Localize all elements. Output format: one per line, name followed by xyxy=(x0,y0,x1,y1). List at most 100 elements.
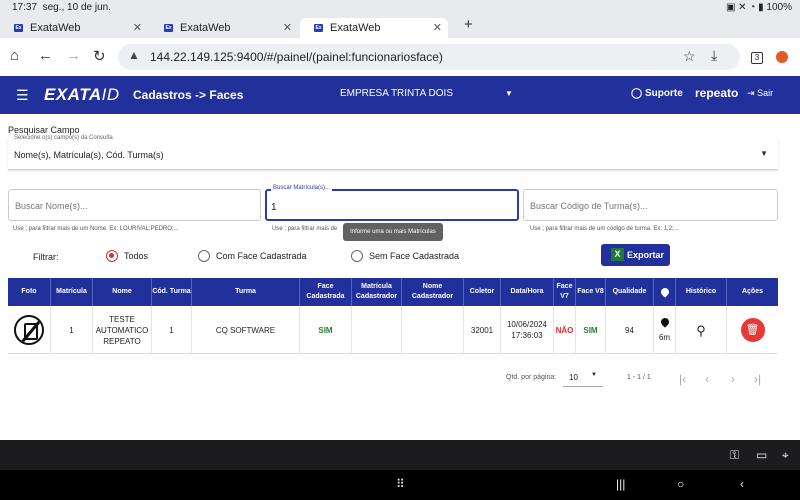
col-nome-cadastrador: Nome Cadastrador xyxy=(402,278,464,306)
support-link[interactable]: ◯ Suporte xyxy=(631,88,683,99)
tab-label: ExataWeb xyxy=(180,22,231,34)
chevron-down-icon[interactable]: ▼ xyxy=(591,372,597,378)
radio-label: Com Face Cadastrada xyxy=(216,251,307,261)
logout-icon: ⇥ xyxy=(747,88,755,98)
bookmark-star-icon[interactable]: ☆ xyxy=(683,48,696,65)
first-page-icon[interactable]: |‹ xyxy=(679,372,686,386)
location-icon[interactable]: ⌖ xyxy=(782,448,789,463)
col-face-v7: Face V7 xyxy=(554,278,576,306)
radio-label: Sem Face Cadastrada xyxy=(369,251,460,261)
no-photo-icon xyxy=(14,315,44,345)
cell-matricula-cadastrador xyxy=(352,306,402,354)
app-header: ☰ EXATAID Cadastros -> Faces EMPRESA TRI… xyxy=(0,76,800,114)
back-icon[interactable]: ← xyxy=(38,47,53,64)
matricula-value: 1 xyxy=(271,202,277,213)
excel-icon: X xyxy=(611,248,624,261)
tab-label: ExataWeb xyxy=(330,22,381,34)
export-button[interactable]: X Exportar xyxy=(601,244,670,266)
table-header: Foto Matrícula Nome Cód. Turma Turma Fac… xyxy=(8,278,778,306)
site-info-icon[interactable]: ▲ xyxy=(128,48,140,62)
app-drawer-icon[interactable]: ⠿ xyxy=(396,477,405,491)
address-bar[interactable]: ▲ 144.22.149.125:9400/#/painel/(painel:f… xyxy=(118,44,740,70)
close-tab-icon[interactable]: ✕ xyxy=(433,21,442,34)
delete-button[interactable]: 🗑 xyxy=(740,318,765,342)
col-acoes: Ações xyxy=(741,288,763,295)
url-text[interactable]: 144.22.149.125:9400/#/painel/(painel:fun… xyxy=(150,50,443,64)
matricula-search-input[interactable]: Buscar Matrícula(s)... 1 xyxy=(265,185,519,221)
favicon-icon: Ex xyxy=(314,24,323,32)
col-matricula-cadastrador: Matrícula Cadastrador xyxy=(352,278,402,306)
col-coletor: Coletor xyxy=(464,278,501,306)
previous-page-icon[interactable]: ‹ xyxy=(705,372,709,386)
filter-label: Filtrar: xyxy=(33,252,59,262)
turma-search-input[interactable]: Buscar Código de Turma(s)... xyxy=(523,189,778,221)
cell-cod-turma: 1 xyxy=(152,306,192,354)
cell-historico: ⚲ xyxy=(676,306,727,354)
new-tab-icon[interactable]: + xyxy=(464,16,473,33)
name-search-input[interactable]: Buscar Nome(s)... xyxy=(8,189,261,221)
close-tab-icon[interactable]: ✕ xyxy=(283,21,292,34)
per-page-label: Qtd. por página: xyxy=(506,374,557,381)
matricula-floating-label: Buscar Matrícula(s)... xyxy=(271,185,333,191)
radio-icon xyxy=(351,250,363,262)
recent-apps-icon[interactable]: ||| xyxy=(616,477,625,491)
tab-label: ExataWeb xyxy=(30,22,81,34)
home-nav-icon[interactable]: ○ xyxy=(677,477,684,491)
logout-button[interactable]: ⇥ Sair xyxy=(747,88,773,99)
next-page-icon[interactable]: › xyxy=(731,372,735,386)
per-page-select[interactable]: 10 ▼ xyxy=(563,367,603,387)
status-icons: ▣ ✕ ◔ ▮ 100% xyxy=(725,2,792,13)
select-value: Nome(s), Matrícula(s), Cód. Turma(s) xyxy=(14,150,164,160)
favicon-icon: Ex xyxy=(14,24,23,32)
table-row: 1 TESTE AUTOMATICO REPEATO 1 CQ SOFTWARE… xyxy=(8,306,778,354)
company-selector[interactable]: EMPRESA TRINTA DOIS xyxy=(340,88,453,99)
browser-toolbar: ⌂ ← → ↻ ▲ 144.22.149.125:9400/#/painel/(… xyxy=(0,38,800,76)
col-face-cadastrada: Face Cadastrada xyxy=(300,278,352,306)
search-field-select[interactable]: Selecione o(s) campo(s) da Consulta Nome… xyxy=(8,135,778,170)
system-tray-bar: ⚿ ▭ ⌖ xyxy=(0,440,800,470)
cell-turma: CQ SOFTWARE xyxy=(192,306,300,354)
reload-icon[interactable]: ↻ xyxy=(93,47,106,65)
col-cod-turma: Cód. Turma xyxy=(152,278,192,306)
cell-matricula: 1 xyxy=(51,306,93,354)
matricula-tooltip: Informe uma ou mais Matrículas xyxy=(343,223,443,241)
location-pin-icon[interactable] xyxy=(658,315,671,328)
cell-nome-cadastrador xyxy=(402,306,464,354)
col-turma: Turma xyxy=(192,278,300,306)
cell-foto xyxy=(8,306,51,354)
radio-icon xyxy=(198,250,210,262)
browser-tab-1[interactable]: Ex ExataWeb ✕ xyxy=(0,18,148,38)
forward-icon[interactable]: → xyxy=(66,47,81,64)
col-face-v8: Face V8 xyxy=(576,278,606,306)
card-icon[interactable]: ▭ xyxy=(756,448,767,462)
col-data-hora: Data/Hora xyxy=(501,278,554,306)
location-distance: 6m xyxy=(658,332,671,342)
whatsapp-icon: ◯ xyxy=(631,88,643,99)
chevron-down-icon[interactable]: ▼ xyxy=(760,149,768,158)
cell-qualidade: 94 xyxy=(606,306,654,354)
cell-face-cadastrada: SIM xyxy=(300,306,352,354)
android-nav-bar: ⠿ ||| ○ ‹ xyxy=(0,470,800,500)
tab-switcher-button[interactable]: 3 xyxy=(751,52,763,64)
name-helper-text: Use ; para filtrar mais de um Nome. Ex: … xyxy=(13,226,179,232)
per-page-value: 10 xyxy=(569,373,578,382)
browser-tab-2[interactable]: Ex ExataWeb ✕ xyxy=(150,18,298,38)
browser-tab-3[interactable]: Ex ExataWeb ✕ xyxy=(300,18,448,38)
browser-menu-icon[interactable] xyxy=(776,51,788,63)
tab-strip: Ex ExataWeb ✕ Ex ExataWeb ✕ Ex ExataWeb … xyxy=(0,16,800,38)
location-pin-icon xyxy=(658,286,671,298)
home-icon[interactable]: ⌂ xyxy=(10,47,19,64)
cell-nome: TESTE AUTOMATICO REPEATO xyxy=(93,306,152,354)
hamburger-menu-icon[interactable]: ☰ xyxy=(16,87,29,104)
back-nav-icon[interactable]: ‹ xyxy=(740,477,744,491)
last-page-icon[interactable]: ›| xyxy=(754,372,761,386)
close-tab-icon[interactable]: ✕ xyxy=(133,21,142,34)
download-icon[interactable]: ⤓ xyxy=(711,47,717,64)
cell-location[interactable]: 6m xyxy=(654,306,676,354)
export-label: Exportar xyxy=(627,250,665,260)
chevron-down-icon[interactable]: ▼ xyxy=(505,89,513,98)
search-icon[interactable]: ⚲ xyxy=(696,324,706,337)
key-icon[interactable]: ⚿ xyxy=(730,448,739,463)
status-bar: 17:37 seg., 10 de jun. ▣ ✕ ◔ ▮ 100% xyxy=(0,0,800,16)
col-qualidade: Qualidade xyxy=(606,278,654,306)
